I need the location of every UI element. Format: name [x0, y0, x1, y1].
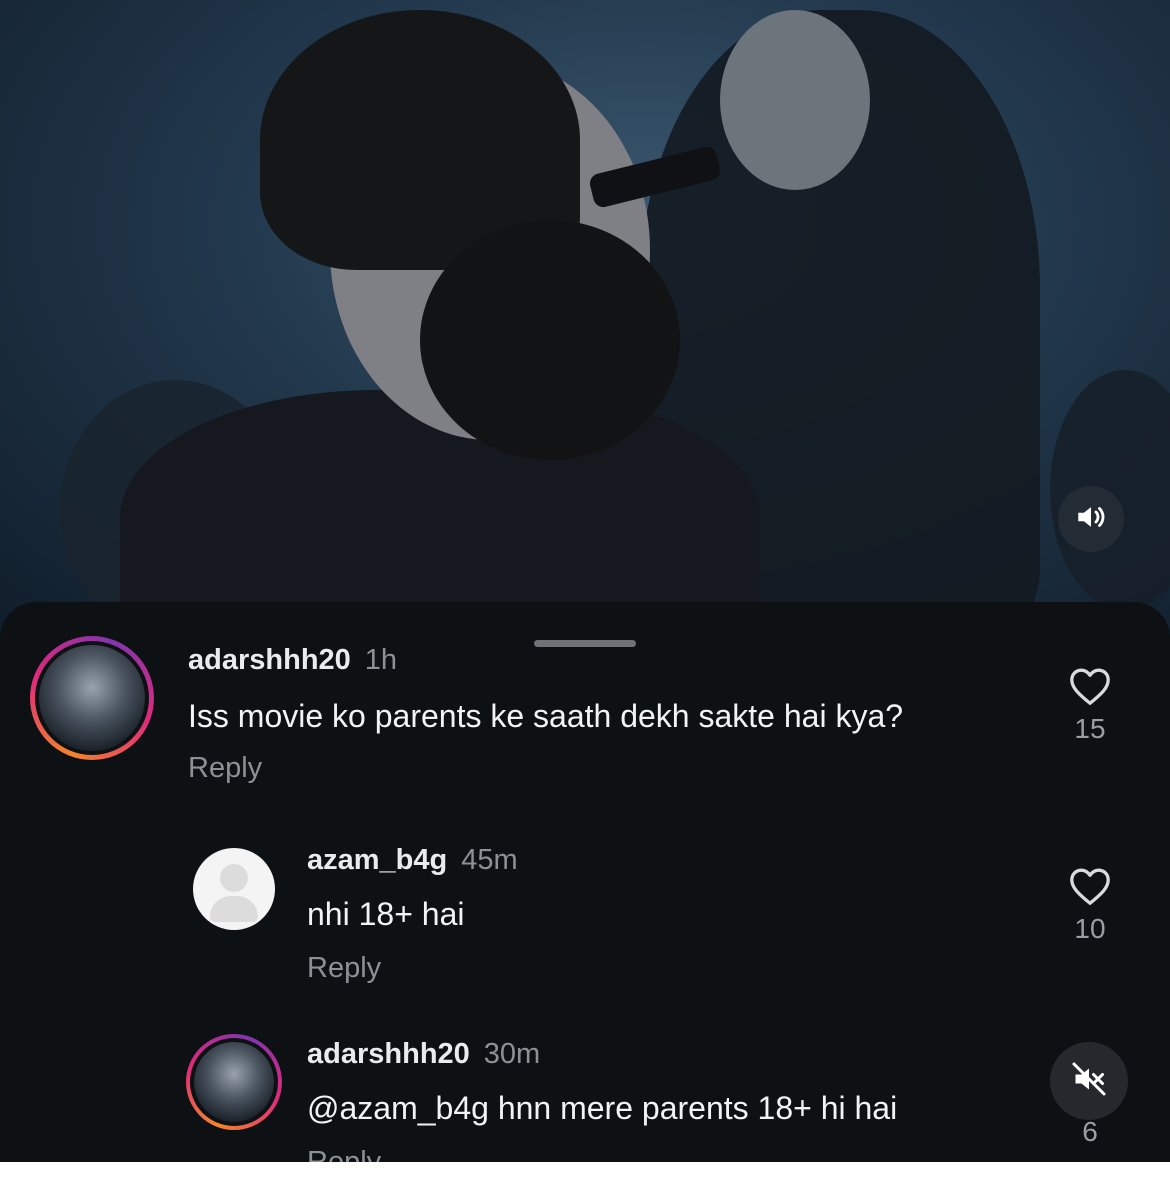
comment-header: azam_b4g 45m — [307, 844, 518, 877]
comment-text: nhi 18+ hai — [307, 896, 465, 932]
reply-button[interactable]: Reply — [307, 1146, 381, 1162]
like-count: 6 — [1082, 1116, 1098, 1147]
avatar-image — [39, 645, 145, 751]
like-count: 10 — [1074, 913, 1106, 944]
like-button[interactable]: 10 — [1060, 866, 1120, 945]
video-figure-back-head — [720, 10, 870, 190]
avatar-image — [194, 1042, 274, 1122]
avatar[interactable] — [30, 636, 154, 760]
heart-icon — [1068, 668, 1112, 710]
heart-icon — [1068, 868, 1112, 910]
bottom-margin — [0, 1162, 1170, 1200]
comment-header: adarshhh20 30m — [307, 1038, 540, 1071]
screenshot-frame: adarshhh20 1h Iss movie ko parents ke saa… — [0, 0, 1170, 1200]
comments-sheet: adarshhh20 1h Iss movie ko parents ke saa… — [0, 602, 1170, 1162]
comment-username[interactable]: adarshhh20 — [307, 1038, 470, 1070]
avatar[interactable] — [186, 1034, 282, 1130]
mute-button[interactable] — [1050, 1042, 1128, 1120]
like-count: 15 — [1074, 713, 1106, 744]
drag-handle[interactable] — [534, 640, 636, 647]
avatar[interactable] — [193, 848, 275, 930]
sound-button[interactable] — [1058, 486, 1124, 552]
comment-header: adarshhh20 1h — [188, 644, 397, 677]
muted-speaker-icon — [1071, 1061, 1107, 1102]
comment-text: @azam_b4g hnn mere parents 18+ hi hai — [307, 1090, 898, 1126]
comment-username[interactable]: adarshhh20 — [188, 644, 351, 676]
reply-button[interactable]: Reply — [307, 952, 381, 985]
reply-button[interactable]: Reply — [188, 752, 262, 785]
video-figure-main-beard — [420, 220, 680, 460]
video-background-figure-right — [1050, 370, 1170, 610]
avatar-placeholder-body — [210, 896, 258, 922]
comment-username[interactable]: azam_b4g — [307, 844, 447, 876]
video-player[interactable] — [0, 0, 1170, 640]
volume-icon — [1074, 500, 1108, 539]
comment-timestamp: 30m — [483, 1038, 541, 1070]
like-button[interactable]: 15 — [1060, 666, 1120, 745]
comment-timestamp: 1h — [364, 644, 398, 676]
comment-text: Iss movie ko parents ke saath dekh sakte… — [188, 698, 904, 734]
avatar-placeholder-head — [220, 864, 248, 892]
comment-timestamp: 45m — [461, 844, 518, 876]
